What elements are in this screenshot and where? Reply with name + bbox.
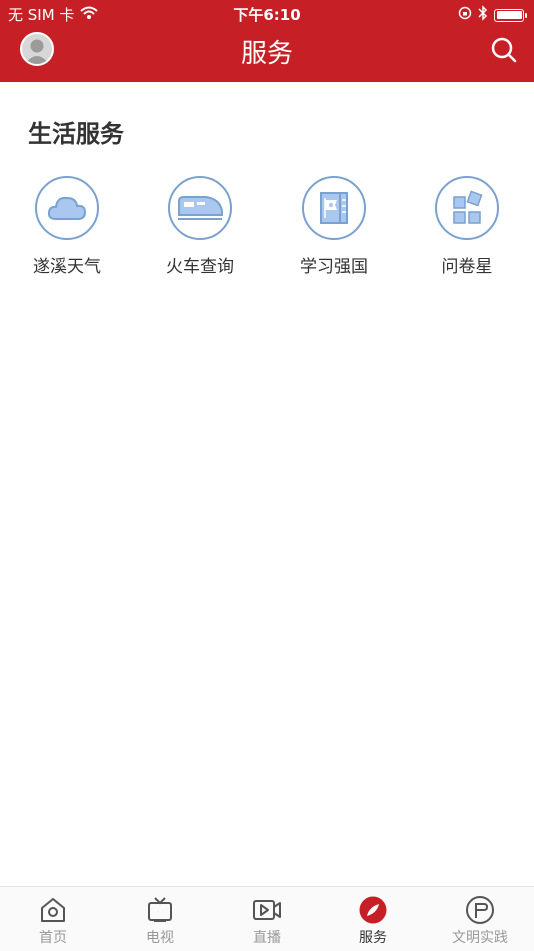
status-bar: 无 SIM 卡 下午6:10 — [0, 0, 534, 28]
train-icon — [168, 176, 232, 240]
tab-home[interactable]: 首页 — [13, 895, 93, 947]
section-title: 生活服务 — [28, 120, 124, 148]
service-label: 学习强国 — [300, 257, 368, 277]
search-icon[interactable] — [490, 36, 518, 64]
rotation-lock-icon — [458, 6, 472, 24]
service-weather[interactable]: 遂溪天气 — [7, 176, 127, 277]
service-wenjuanxing[interactable]: 问卷星 — [407, 176, 527, 277]
compass-icon — [358, 895, 388, 925]
tab-civilization-practice[interactable]: 文明实践 — [440, 895, 520, 947]
app-header: 无 SIM 卡 下午6:10 服务 — [0, 0, 534, 82]
flag-book-icon — [302, 176, 366, 240]
tv-icon — [145, 895, 175, 925]
tab-label: 首页 — [39, 930, 67, 946]
cloud-icon — [35, 176, 99, 240]
bluetooth-icon — [478, 5, 488, 25]
tab-bar: 首页 电视 直播 服务 文明实践 — [0, 886, 534, 951]
practice-icon — [465, 895, 495, 925]
tab-tv[interactable]: 电视 — [120, 895, 200, 947]
tab-label: 电视 — [146, 930, 174, 946]
home-icon — [38, 895, 68, 925]
service-label: 遂溪天气 — [33, 257, 101, 277]
tab-services[interactable]: 服务 — [333, 895, 413, 947]
service-xuexi[interactable]: 学习强国 — [274, 176, 394, 277]
status-time: 下午6:10 — [233, 6, 301, 24]
live-video-icon — [252, 895, 282, 925]
service-label: 问卷星 — [441, 257, 493, 277]
battery-icon — [494, 8, 527, 22]
tab-label: 文明实践 — [452, 930, 508, 946]
tab-label: 服务 — [359, 930, 387, 946]
service-train[interactable]: 火车查询 — [140, 176, 260, 277]
tab-label: 直播 — [253, 930, 281, 946]
service-label: 火车查询 — [166, 257, 234, 277]
tab-live[interactable]: 直播 — [227, 895, 307, 947]
blocks-icon — [435, 176, 499, 240]
nav-bar: 服务 — [0, 28, 534, 82]
page-title: 服务 — [240, 39, 293, 69]
